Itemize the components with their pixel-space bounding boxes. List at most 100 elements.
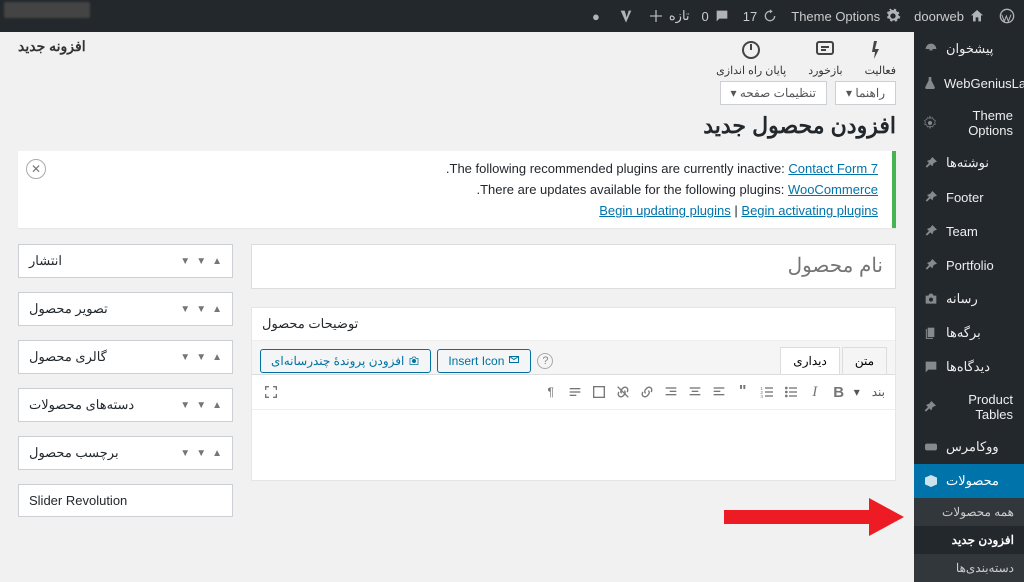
top-tab-feedback[interactable]: بازخورد: [808, 38, 842, 77]
link-icon[interactable]: [638, 383, 656, 401]
products-submenu: همه محصولات افزودن جدید دسته‌بندی‌ها: [914, 498, 1024, 582]
metabox-toggle[interactable]: ▼: [180, 400, 190, 411]
metabox-toggle[interactable]: ▼: [196, 256, 206, 267]
sidebar-item-woocommerce[interactable]: ووکامرس: [914, 430, 1024, 464]
sidebar-item-dashboard[interactable]: پیشخوان: [914, 32, 1024, 66]
top-tab-activity[interactable]: فعالیت: [865, 38, 896, 77]
metabox-toggle[interactable]: ▼: [180, 352, 190, 363]
metabox-toggle[interactable]: ▼: [196, 448, 206, 459]
add-media-button[interactable]: افزودن پروندهٔ چندرسانه‌ای: [260, 349, 431, 373]
metabox-title: انتشار: [29, 253, 62, 269]
quote-icon[interactable]: ": [734, 383, 752, 401]
sidebar-item-pages[interactable]: برگه‌ها: [914, 316, 1024, 350]
align-right-icon[interactable]: [662, 383, 680, 401]
notice-sep: |: [731, 203, 742, 218]
adminbar-dot[interactable]: ●: [587, 7, 605, 25]
fullscreen-icon[interactable]: [262, 383, 280, 401]
sidebar-item-products[interactable]: محصولات: [914, 464, 1024, 498]
sidebar-item-portfolio[interactable]: Portfolio: [914, 248, 1024, 282]
ul-icon[interactable]: [782, 383, 800, 401]
metabox-toggle[interactable]: ▼: [180, 256, 190, 267]
sidebar-item-label: برگه‌ها: [946, 325, 981, 341]
submenu-add-new[interactable]: افزودن جدید: [914, 526, 1024, 554]
top-tab-label: پایان راه اندازی: [716, 65, 786, 77]
sidebar-item-product-tables[interactable]: Product Tables: [914, 384, 1024, 430]
adminbar-site[interactable]: doorweb: [914, 7, 986, 25]
editor-content-area[interactable]: [252, 410, 895, 480]
metabox-title: Slider Revolution: [29, 493, 127, 508]
sidebar-item-label: دیدگاه‌ها: [946, 359, 990, 375]
metabox-toggle[interactable]: ▲: [212, 256, 222, 267]
plus-icon: [647, 7, 665, 25]
admin-sidebar: پیشخوان WebGeniusLab Theme Options نوشته…: [914, 32, 1024, 556]
italic-icon[interactable]: I: [806, 383, 824, 401]
expand-icon[interactable]: [590, 383, 608, 401]
notice-line2-prefix: .There are updates available for the fol…: [476, 182, 787, 197]
adminbar-new[interactable]: تازه: [647, 7, 690, 25]
metabox-toggle[interactable]: ▲: [212, 448, 222, 459]
help-icon[interactable]: ?: [537, 353, 553, 369]
gear-icon: [922, 114, 938, 132]
metabox-publish: ▲ ▼ ▼ انتشار: [18, 244, 233, 278]
notice-begin-activating[interactable]: Begin activating plugins: [741, 203, 878, 218]
align-center-icon[interactable]: [686, 383, 704, 401]
plugin-notice: ✕ .The following recommended plugins are…: [18, 151, 896, 228]
pilcrow-icon[interactable]: ¶: [542, 383, 560, 401]
wp-icon: [998, 7, 1016, 25]
metabox-title: گالری محصول: [29, 349, 107, 365]
adminbar-yoast[interactable]: [617, 7, 635, 25]
notice-link-woocommerce[interactable]: WooCommerce: [788, 182, 878, 197]
power-icon: [739, 38, 763, 62]
ol-icon[interactable]: 123: [758, 383, 776, 401]
metabox-toggle[interactable]: ▲: [212, 352, 222, 363]
metabox-product-tags: ▲▼▼برچسب محصول: [18, 436, 233, 470]
metabox-toggle[interactable]: ▼: [180, 448, 190, 459]
sidebar-item-media[interactable]: رسانه: [914, 282, 1024, 316]
bold-icon[interactable]: B: [830, 383, 848, 401]
metabox-toggle[interactable]: ▼: [196, 400, 206, 411]
screen-options-button[interactable]: تنظیمات صفحه ▾: [720, 81, 827, 105]
adminbar-theme-options[interactable]: Theme Options: [791, 7, 902, 25]
paragraph-dropdown[interactable]: بند: [872, 385, 885, 399]
main-content: فعالیت بازخورد پایان راه اندازی افزونه ج…: [0, 32, 914, 556]
adminbar-comments[interactable]: 0: [702, 7, 731, 25]
align-left-icon[interactable]: [710, 383, 728, 401]
chat-icon: [813, 38, 837, 62]
sidebar-item-team[interactable]: Team: [914, 214, 1024, 248]
yoast-icon: [617, 7, 635, 25]
insert-icon-button[interactable]: Insert Icon: [437, 349, 531, 373]
metabox-toggle[interactable]: ▼: [180, 304, 190, 315]
pin-icon: [922, 188, 940, 206]
submenu-label: دسته‌بندی‌ها: [956, 561, 1014, 575]
sidebar-item-theme-options[interactable]: Theme Options: [914, 100, 1024, 146]
page-title: افزودن محصول جدید: [18, 113, 896, 139]
metabox-slider-revolution: Slider Revolution: [18, 484, 233, 517]
sidebar-item-label: نوشته‌ها: [946, 155, 989, 171]
notice-line1-prefix: .The following recommended plugins are c…: [446, 161, 789, 176]
metabox-product-categories: ▲▼▼دسته‌های محصولات: [18, 388, 233, 422]
metabox-toggle[interactable]: ▲: [212, 304, 222, 315]
metabox-product-gallery: ▲ ▼ ▼ گالری محصول: [18, 340, 233, 374]
metabox-toggle[interactable]: ▼: [196, 352, 206, 363]
editor-tab-text[interactable]: متن: [842, 347, 887, 374]
sidebar-item-comments[interactable]: دیدگاه‌ها: [914, 350, 1024, 384]
more-icon[interactable]: [566, 383, 584, 401]
submenu-all-products[interactable]: همه محصولات: [914, 498, 1024, 526]
flask-icon: [922, 74, 938, 92]
submenu-categories[interactable]: دسته‌بندی‌ها: [914, 554, 1024, 582]
metabox-toggle[interactable]: ▲: [212, 400, 222, 411]
adminbar-wp[interactable]: [998, 7, 1016, 25]
top-tab-finish-setup[interactable]: پایان راه اندازی: [716, 38, 786, 77]
sidebar-item-posts[interactable]: نوشته‌ها: [914, 146, 1024, 180]
unlink-icon[interactable]: [614, 383, 632, 401]
adminbar-updates[interactable]: 17: [743, 7, 779, 25]
notice-link-contactform7[interactable]: Contact Form 7: [788, 161, 878, 176]
metabox-toggle[interactable]: ▼: [196, 304, 206, 315]
product-title-input[interactable]: [251, 244, 896, 289]
notice-dismiss-button[interactable]: ✕: [26, 159, 46, 179]
help-tab-button[interactable]: راهنما ▾: [835, 81, 896, 105]
sidebar-item-webgeniuslab[interactable]: WebGeniusLab: [914, 66, 1024, 100]
notice-begin-updating[interactable]: Begin updating plugins: [599, 203, 731, 218]
sidebar-item-footer[interactable]: Footer: [914, 180, 1024, 214]
editor-tab-visual[interactable]: دیداری: [780, 347, 840, 374]
